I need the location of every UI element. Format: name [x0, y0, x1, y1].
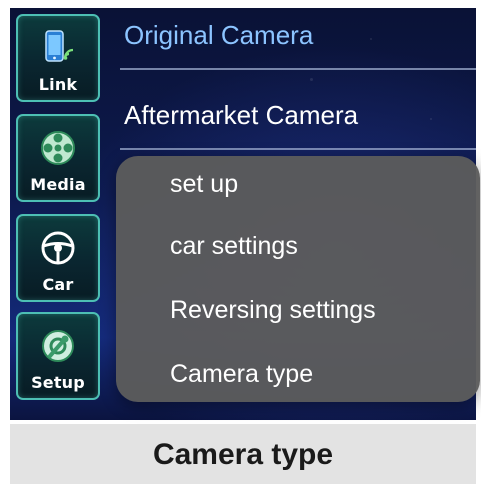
aftermarket-camera-option[interactable]: Aftermarket Camera [124, 100, 358, 131]
background-sparkle [430, 118, 432, 120]
menu-item-car-settings[interactable]: car settings [170, 232, 298, 261]
sidebar-item-media[interactable]: Media [16, 114, 100, 202]
background-sparkle [370, 38, 372, 40]
product-image: Link Media Car Setup Original Camera Aft… [0, 0, 481, 484]
sidebar-item-label: Link [38, 75, 78, 94]
menu-item-camera-type[interactable]: Camera type [170, 360, 313, 389]
phone-link-icon [45, 30, 74, 62]
film-reel-icon [41, 131, 75, 165]
sidebar-item-label: Media [30, 175, 86, 194]
sidebar: Link Media Car Setup [10, 8, 106, 420]
sidebar-item-link[interactable]: Link [16, 14, 100, 102]
sidebar-item-setup[interactable]: Setup [16, 312, 100, 400]
settings-popup-menu: set up car settings Reversing settings C… [116, 156, 480, 402]
caption-bar: Camera type [10, 424, 476, 484]
menu-item-set-up[interactable]: set up [170, 170, 238, 199]
sidebar-item-car[interactable]: Car [16, 214, 100, 302]
original-camera-option[interactable]: Original Camera [124, 20, 313, 51]
divider [120, 148, 476, 150]
gear-setup-icon [42, 330, 74, 362]
steering-wheel-icon [41, 231, 75, 265]
caption-title: Camera type [152, 438, 334, 471]
divider [120, 68, 476, 70]
sidebar-item-label: Car [42, 275, 74, 294]
background-sparkle [310, 78, 313, 81]
sidebar-item-label: Setup [31, 373, 85, 392]
menu-item-reversing-settings[interactable]: Reversing settings [170, 296, 376, 325]
